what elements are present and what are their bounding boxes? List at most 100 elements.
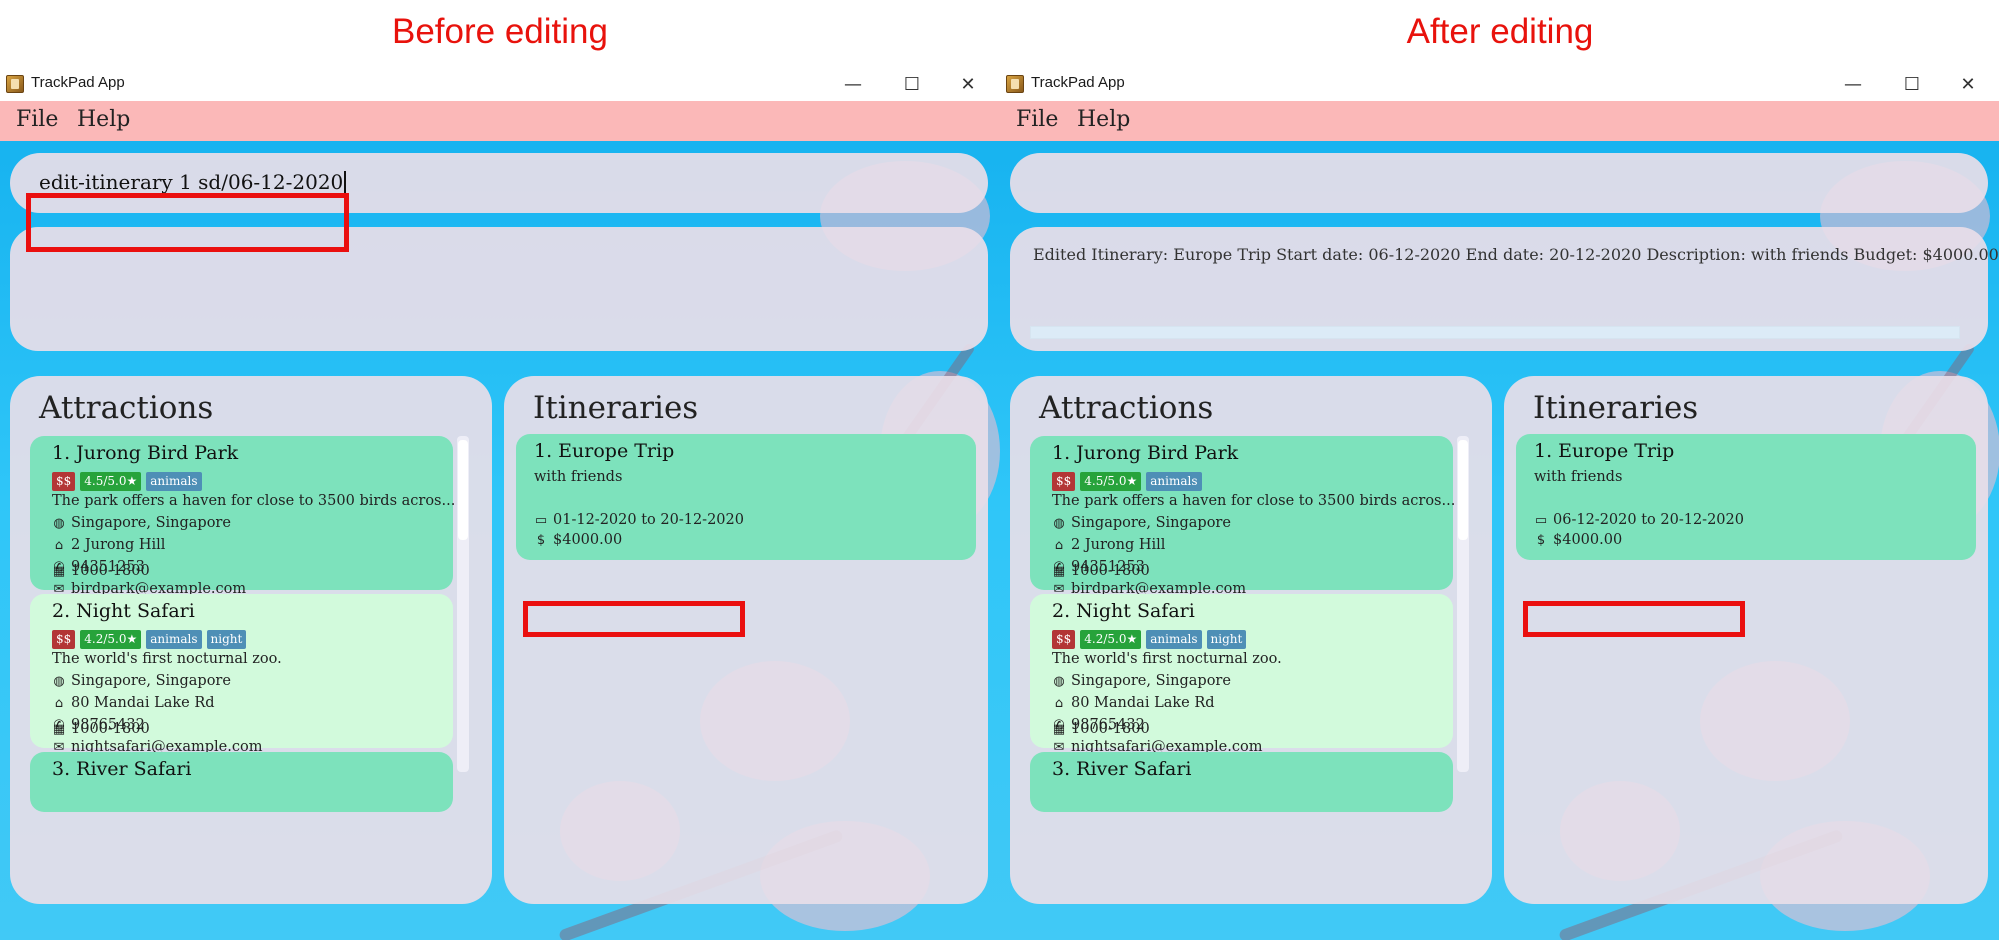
tag-label: night [1206, 630, 1247, 649]
home-icon: ⌂ [54, 695, 64, 711]
result-scrollbar[interactable] [1030, 326, 1960, 339]
attractions-scrollbar[interactable] [457, 436, 469, 772]
attraction-address: ⌂ 80 Mandai Lake Rd [52, 695, 215, 711]
rating-tag: 4.5/5.0★ [1080, 472, 1142, 491]
price-tag: $$ [1052, 630, 1076, 649]
attraction-hours: ▦ 1000-1800 [52, 721, 150, 737]
attraction-card[interactable]: 3. River Safari [1030, 752, 1453, 812]
calendar-grid-icon: ▦ [52, 563, 66, 579]
attraction-location: ◍ Singapore, Singapore [53, 673, 231, 689]
attractions-panel: Attractions 1. Jurong Bird Park $$ 4.5/5… [10, 376, 492, 904]
tag-label: animals [1146, 472, 1202, 491]
attraction-address: ⌂ 2 Jurong Hill [1052, 537, 1166, 553]
window-before: TrackPad App — ☐ ✕ File Help edit-itiner… [0, 68, 1000, 940]
attraction-description: The park offers a haven for close to 350… [1052, 493, 1456, 509]
price-tag: $$ [52, 472, 76, 491]
highlight-box [26, 193, 349, 252]
attraction-tags: $$ 4.2/5.0★ animals night [52, 630, 247, 649]
scrollbar-thumb[interactable] [458, 440, 468, 540]
app-body: edit-itinerary 1 sd/06-12-2020 Attractio… [0, 141, 1000, 940]
attractions-title: Attractions [1039, 390, 1214, 426]
attraction-name: 3. River Safari [52, 758, 192, 780]
calendar-icon: ▭ [1534, 512, 1548, 528]
tag-label: animals [146, 472, 202, 491]
menu-help[interactable]: Help [77, 107, 130, 132]
rating-tag: 4.2/5.0★ [1080, 630, 1142, 649]
minimize-icon[interactable]: — [830, 68, 876, 101]
result-display: Edited Itinerary: Europe Trip Start date… [1010, 227, 1999, 351]
attraction-hours: ▦ 1000-1800 [52, 563, 150, 579]
menu-file[interactable]: File [1016, 107, 1058, 132]
attractions-panel: Attractions 1. Jurong Bird Park $$ 4.5/5… [1010, 376, 1492, 904]
attraction-hours: ▦ 1000-1800 [1052, 721, 1150, 737]
minimize-icon[interactable]: — [1830, 68, 1876, 101]
home-icon: ⌂ [1054, 537, 1064, 553]
itinerary-dates: ▭ 06-12-2020 to 20-12-2020 [1534, 512, 1744, 528]
attraction-location: ◍ Singapore, Singapore [53, 515, 231, 531]
command-input[interactable]: edit-itinerary 1 sd/06-12-2020 [39, 170, 347, 194]
price-tag: $$ [1052, 472, 1076, 491]
command-box[interactable] [1010, 153, 1988, 213]
attraction-description: The park offers a haven for close to 350… [52, 493, 456, 509]
attraction-hours: ▦ 1000-1800 [1052, 563, 1150, 579]
tag-label: animals [146, 630, 202, 649]
dollar-icon: $ [1536, 532, 1546, 548]
calendar-grid-icon: ▦ [52, 721, 66, 737]
menu-help[interactable]: Help [1077, 107, 1130, 132]
itineraries-panel: Itineraries 1. Europe Trip with friends … [1504, 376, 1988, 904]
itinerary-budget: $ $4000.00 [534, 532, 622, 548]
attractions-title: Attractions [39, 390, 214, 426]
itinerary-name: 1. Europe Trip [1534, 440, 1675, 462]
price-tag: $$ [52, 630, 76, 649]
attraction-location: ◍ Singapore, Singapore [1053, 673, 1231, 689]
menu-bar: File Help [1000, 101, 1999, 141]
window-title: TrackPad App [31, 74, 125, 91]
attraction-address: ⌂ 2 Jurong Hill [52, 537, 166, 553]
window-title: TrackPad App [1031, 74, 1125, 91]
tag-label: night [206, 630, 247, 649]
tag-label: animals [1146, 630, 1202, 649]
attractions-scrollbar[interactable] [1457, 436, 1469, 772]
globe-icon: ◍ [1053, 673, 1065, 689]
title-bar: TrackPad App — ☐ ✕ [1000, 68, 1999, 101]
attraction-description: The world's first nocturnal zoo. [1052, 651, 1282, 667]
attraction-name: 3. River Safari [1052, 758, 1192, 780]
itinerary-card[interactable]: 1. Europe Trip with friends ▭ 01-12-2020 … [516, 434, 976, 560]
attraction-name: 2. Night Safari [52, 600, 195, 622]
attraction-name: 2. Night Safari [1052, 600, 1195, 622]
dollar-icon: $ [536, 532, 546, 548]
itinerary-description: with friends [534, 469, 623, 485]
scrollbar-thumb[interactable] [1458, 440, 1468, 540]
close-icon[interactable]: ✕ [1945, 68, 1991, 101]
globe-icon: ◍ [53, 673, 65, 689]
app-icon [6, 75, 24, 93]
home-icon: ⌂ [1054, 695, 1064, 711]
itineraries-panel: Itineraries 1. Europe Trip with friends … [504, 376, 988, 904]
itinerary-dates: ▭ 01-12-2020 to 20-12-2020 [534, 512, 744, 528]
attraction-description: The world's first nocturnal zoo. [52, 651, 282, 667]
calendar-grid-icon: ▦ [1052, 563, 1066, 579]
itinerary-card[interactable]: 1. Europe Trip with friends ▭ 06-12-2020 … [1516, 434, 1976, 560]
rating-tag: 4.5/5.0★ [80, 472, 142, 491]
itinerary-description: with friends [1534, 469, 1623, 485]
app-icon [1006, 75, 1024, 93]
maximize-icon[interactable]: ☐ [1889, 68, 1935, 101]
itinerary-name: 1. Europe Trip [534, 440, 675, 462]
itineraries-title: Itineraries [533, 390, 699, 426]
maximize-icon[interactable]: ☐ [889, 68, 935, 101]
attraction-name: 1. Jurong Bird Park [1052, 442, 1239, 464]
rating-tag: 4.2/5.0★ [80, 630, 142, 649]
calendar-grid-icon: ▦ [1052, 721, 1066, 737]
attraction-tags: $$ 4.2/5.0★ animals night [1052, 630, 1247, 649]
menu-file[interactable]: File [16, 107, 58, 132]
close-icon[interactable]: ✕ [945, 68, 991, 101]
attraction-tags: $$ 4.5/5.0★ animals [52, 472, 202, 491]
globe-icon: ◍ [1053, 515, 1065, 531]
attraction-tags: $$ 4.5/5.0★ animals [1052, 472, 1202, 491]
window-after: TrackPad App — ☐ ✕ File Help Edited Itin… [1000, 68, 1999, 940]
highlight-box [523, 601, 745, 637]
attraction-card[interactable]: 3. River Safari [30, 752, 453, 812]
menu-bar: File Help [0, 101, 1000, 141]
caption-after: After editing [1406, 12, 1594, 51]
attraction-address: ⌂ 80 Mandai Lake Rd [1052, 695, 1215, 711]
